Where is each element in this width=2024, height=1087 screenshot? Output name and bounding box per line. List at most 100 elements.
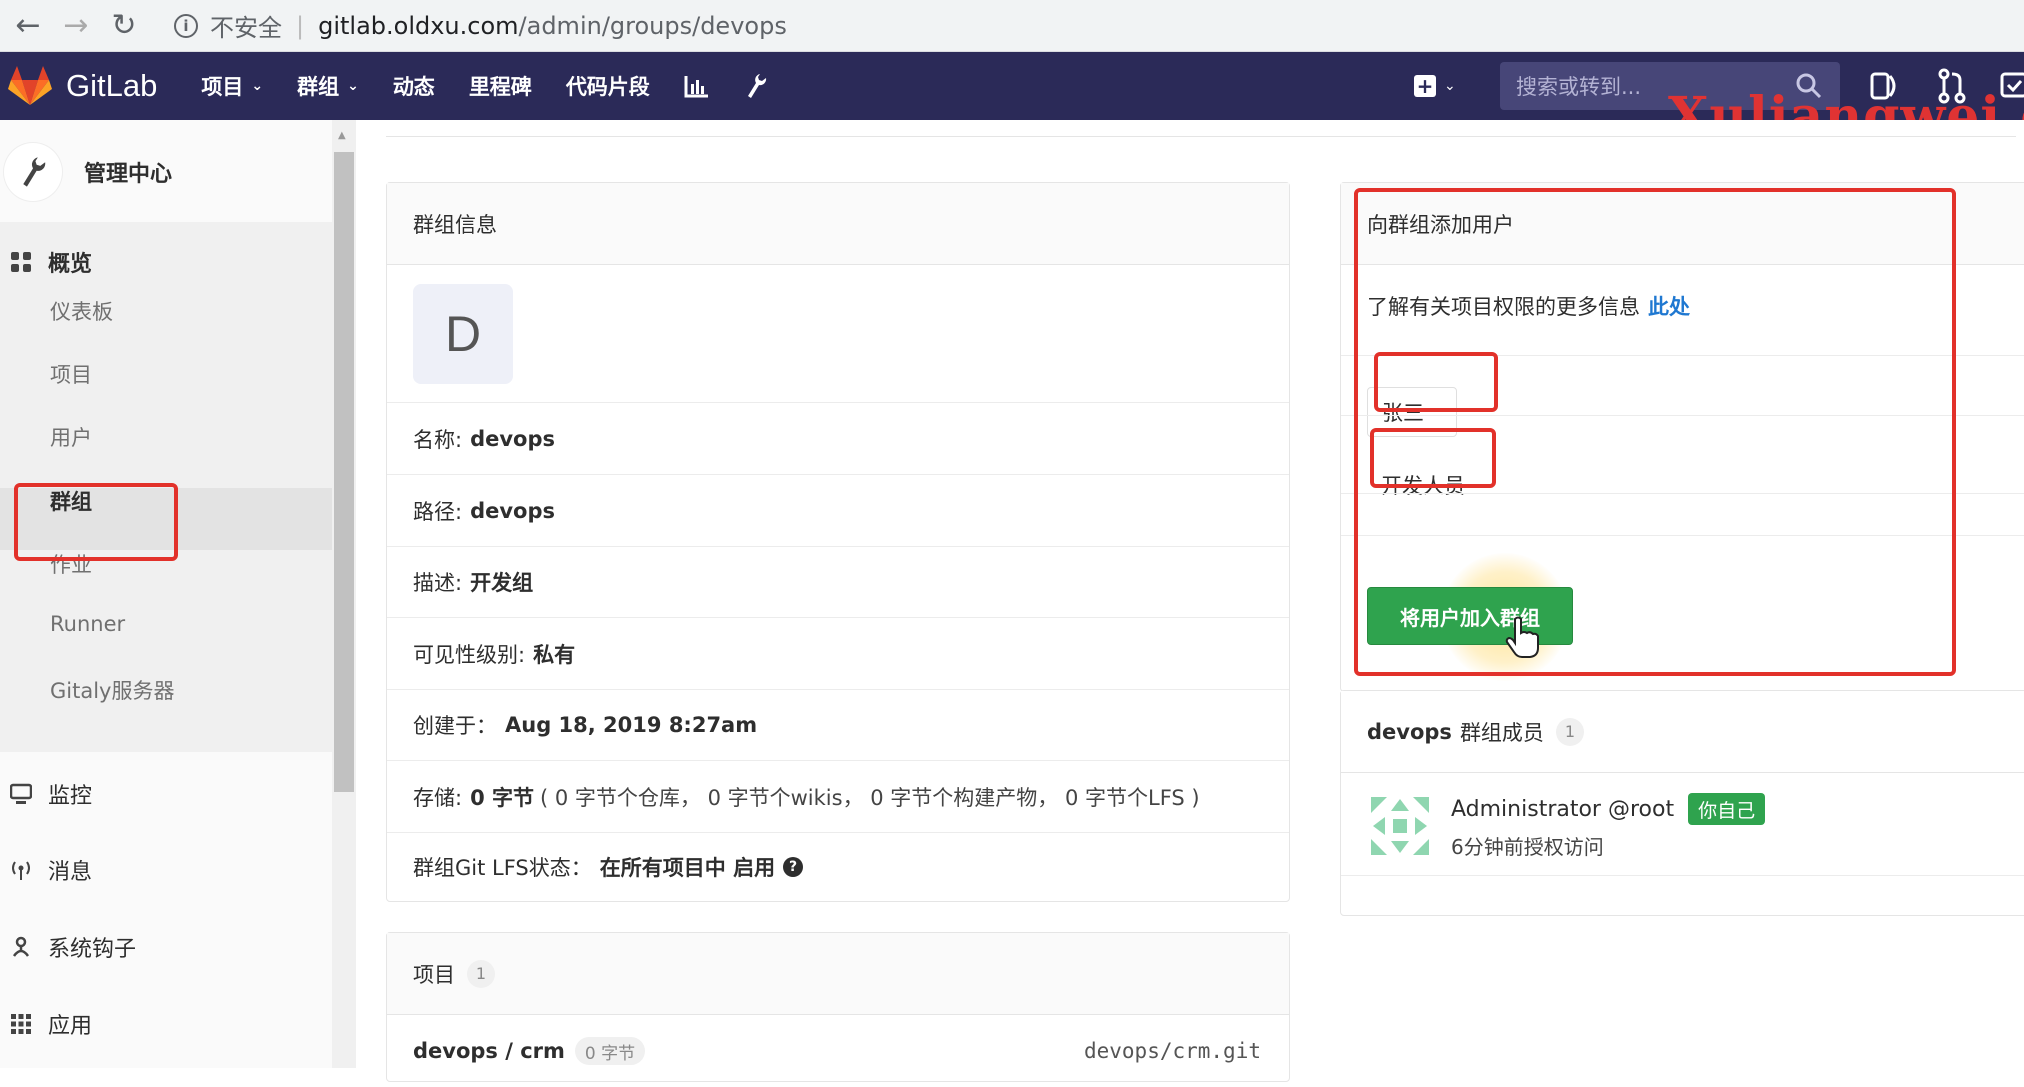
monitor-icon	[10, 783, 32, 804]
plus-icon: +	[1414, 74, 1436, 98]
member-row: Administrator @root 你自己 6分钟前授权访问	[1367, 793, 1766, 860]
new-item-button[interactable]: + ⌄	[1414, 74, 1456, 98]
sidebar-item-monitoring[interactable]: 监控	[0, 774, 332, 814]
sidebar-scrollbar[interactable]: ▲	[332, 120, 356, 1068]
member-details: Administrator @root 你自己 6分钟前授权访问	[1451, 793, 1766, 860]
highlight-box-groups	[14, 483, 178, 561]
sidebar-item-users[interactable]: 用户	[50, 422, 92, 452]
visibility-value: 私有	[533, 642, 576, 667]
wrench-icon	[23, 157, 46, 187]
nav-projects[interactable]: 项目 ⌄	[201, 71, 263, 101]
members-title: 群组成员	[1459, 720, 1544, 745]
project-name-link[interactable]: devops / crm	[413, 1039, 565, 1063]
sidebar-title: 管理中心	[84, 162, 173, 187]
url-path: /admin/groups/devops	[518, 11, 787, 40]
back-icon[interactable]: ←	[8, 6, 48, 46]
group-path-row: 路径: devops	[387, 475, 1289, 547]
sidebar-item-overview[interactable]: 概览	[0, 242, 332, 282]
created-value: Aug 18, 2019 8:27am	[505, 713, 758, 737]
reload-icon[interactable]: ↻	[104, 6, 144, 46]
group-avatar: D	[413, 283, 513, 384]
name-value: devops	[470, 426, 556, 451]
admin-sidebar: 管理中心 概览 仪表板 项目 用户 群组 作业 Runner Gitaly服务器…	[0, 120, 332, 1068]
highlight-box-role-field	[1370, 428, 1496, 488]
group-info-panel: 群组信息 D 名称: devops 路径: devops 描述: 开发组 可见性级别:…	[386, 182, 1290, 902]
gitlab-tanuki-icon	[8, 66, 52, 105]
group-name-row: 名称: devops	[387, 403, 1289, 475]
scrollbar-thumb[interactable]	[334, 152, 354, 792]
name-label: 名称:	[413, 427, 463, 452]
storage-label: 存储:	[413, 785, 463, 810]
highlight-box-user-field	[1374, 352, 1498, 412]
url-divider: |	[296, 11, 305, 40]
sidebar-item-applications[interactable]: 应用	[0, 1004, 332, 1044]
scroll-up-icon[interactable]: ▲	[338, 130, 346, 141]
you-badge: 你自己	[1688, 793, 1766, 825]
sidebar-item-system-hooks[interactable]: 系统钩子	[0, 927, 332, 967]
sidebar-header[interactable]: 管理中心	[0, 136, 332, 208]
group-created-row: 创建于： Aug 18, 2019 8:27am	[387, 690, 1289, 761]
group-description-row: 描述: 开发组	[387, 547, 1289, 618]
members-group-name: devops	[1367, 719, 1452, 744]
nav-activity-label: 动态	[392, 75, 435, 99]
broadcast-icon	[12, 861, 30, 880]
member-access-time: 6分钟前授权访问	[1451, 835, 1604, 859]
project-size-badge: 0 字节	[574, 1037, 646, 1065]
hook-icon	[12, 936, 30, 957]
storage-detail: ( 0 字节个仓库， 0 字节个wikis， 0 字节个构建产物， 0 字节个L…	[540, 785, 1200, 810]
info-icon[interactable]: i	[174, 13, 198, 38]
nav-projects-label: 项目	[201, 75, 244, 99]
nav-snippets-label: 代码片段	[565, 75, 650, 99]
main-content: 群组信息 D 名称: devops 路径: devops 描述: 开发组 可见性级别:…	[356, 120, 2024, 1082]
projects-title: 项目	[413, 962, 455, 987]
nav-activity[interactable]: 动态	[393, 71, 435, 101]
group-storage-row: 存储: 0 字节 ( 0 字节个仓库， 0 字节个wikis， 0 字节个构建产物…	[387, 761, 1289, 833]
member-name-line: Administrator @root 你自己	[1451, 793, 1766, 825]
sidebar-item-dashboard[interactable]: 仪表板	[50, 296, 113, 326]
forward-icon[interactable]: →	[56, 6, 96, 46]
created-label: 创建于：	[413, 714, 497, 738]
nav-milestones[interactable]: 里程碑	[469, 71, 532, 101]
projects-count-badge: 1	[467, 959, 495, 988]
description-value: 开发组	[470, 571, 534, 595]
sidebar-item-system-hooks-label: 系统钩子	[48, 937, 137, 962]
chart-icon[interactable]	[684, 74, 710, 98]
address-bar[interactable]: i 不安全 | gitlab.oldxu.com /admin/groups/d…	[174, 7, 2024, 45]
nav-milestones-label: 里程碑	[468, 75, 532, 99]
group-avatar-row: D	[387, 265, 1289, 403]
divider	[1341, 875, 2024, 876]
nav-groups-label: 群组	[297, 75, 340, 99]
sidebar-item-gitaly-servers[interactable]: Gitaly服务器	[50, 675, 174, 705]
grid-icon	[11, 252, 31, 272]
sidebar-item-runners[interactable]: Runner	[50, 612, 125, 636]
search-placeholder: 搜索或转到...	[1516, 75, 1642, 99]
path-value: devops	[470, 498, 556, 523]
admin-area-avatar	[4, 143, 62, 201]
project-repo-path: devops/crm.git	[1083, 1039, 1261, 1063]
gitlab-logo[interactable]: GitLab	[8, 66, 157, 106]
question-icon[interactable]: ?	[783, 857, 804, 877]
sidebar-item-applications-label: 应用	[48, 1014, 93, 1039]
group-info-header: 群组信息	[387, 183, 1289, 265]
insecure-label: 不安全	[210, 14, 282, 42]
projects-header: 项目 1	[387, 933, 1289, 1015]
lfs-label: 群组Git LFS状态：	[413, 856, 592, 880]
member-avatar[interactable]	[1367, 793, 1433, 859]
sidebar-item-messages-label: 消息	[48, 860, 93, 885]
member-name[interactable]: Administrator @root	[1451, 797, 1674, 822]
chevron-down-icon: ⌄	[251, 78, 264, 94]
url-host: gitlab.oldxu.com	[318, 11, 519, 40]
sidebar-item-projects[interactable]: 项目	[50, 359, 92, 389]
projects-panel: 项目 1 devops / crm 0 字节 devops/crm.git	[386, 932, 1290, 1082]
wrench-icon[interactable]	[744, 72, 768, 100]
members-count-badge: 1	[1555, 717, 1584, 746]
lfs-value: 在所有项目中 启用	[599, 856, 776, 880]
members-header: devops 群组成员 1	[1341, 691, 2024, 773]
nav-snippets[interactable]: 代码片段	[566, 71, 650, 101]
chevron-down-icon: ⌄	[347, 78, 359, 94]
apps-grid-icon	[11, 1014, 31, 1034]
sidebar-item-messages[interactable]: 消息	[0, 850, 332, 890]
brand-name: GitLab	[66, 68, 158, 103]
sidebar-item-monitoring-label: 监控	[48, 784, 93, 809]
nav-groups[interactable]: 群组 ⌄	[297, 71, 359, 101]
